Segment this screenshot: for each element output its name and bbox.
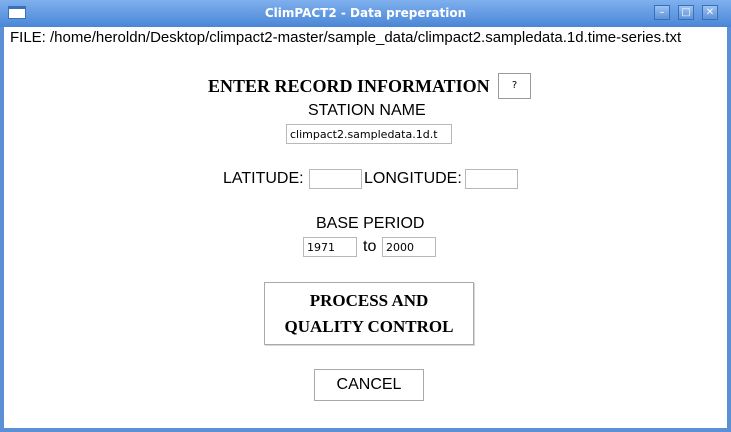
window-title: ClimPACT2 - Data preperation xyxy=(264,6,467,20)
base-period-end-input[interactable] xyxy=(382,237,436,257)
process-quality-control-button[interactable]: PROCESS AND QUALITY CONTROL xyxy=(264,282,474,345)
process-button-line2: QUALITY CONTROL xyxy=(284,316,454,336)
minimize-icon[interactable]: – xyxy=(654,5,670,20)
help-button[interactable]: ? xyxy=(498,73,531,99)
station-name-input[interactable] xyxy=(286,124,452,144)
cancel-button[interactable]: CANCEL xyxy=(314,369,424,401)
data-preparation-window: ClimPACT2 - Data preperation – □ ✕ FILE:… xyxy=(0,0,731,432)
base-period-start-input[interactable] xyxy=(303,237,357,257)
base-period-label: BASE PERIOD xyxy=(316,215,425,232)
title-bar[interactable]: ClimPACT2 - Data preperation – □ ✕ xyxy=(0,0,731,27)
base-period-to-label: to xyxy=(363,238,377,255)
latitude-input[interactable] xyxy=(309,169,362,189)
station-name-label: STATION NAME xyxy=(308,102,426,119)
longitude-input[interactable] xyxy=(465,169,518,189)
close-icon[interactable]: ✕ xyxy=(702,5,718,20)
maximize-icon[interactable]: □ xyxy=(678,5,694,20)
latitude-label: LATITUDE: xyxy=(223,170,304,187)
longitude-label: LONGITUDE: xyxy=(364,170,462,187)
process-button-line1: PROCESS AND xyxy=(309,290,429,310)
record-information-heading: ENTER RECORD INFORMATION xyxy=(208,76,490,96)
file-path-label: FILE: /home/heroldn/Desktop/climpact2-ma… xyxy=(10,29,682,46)
